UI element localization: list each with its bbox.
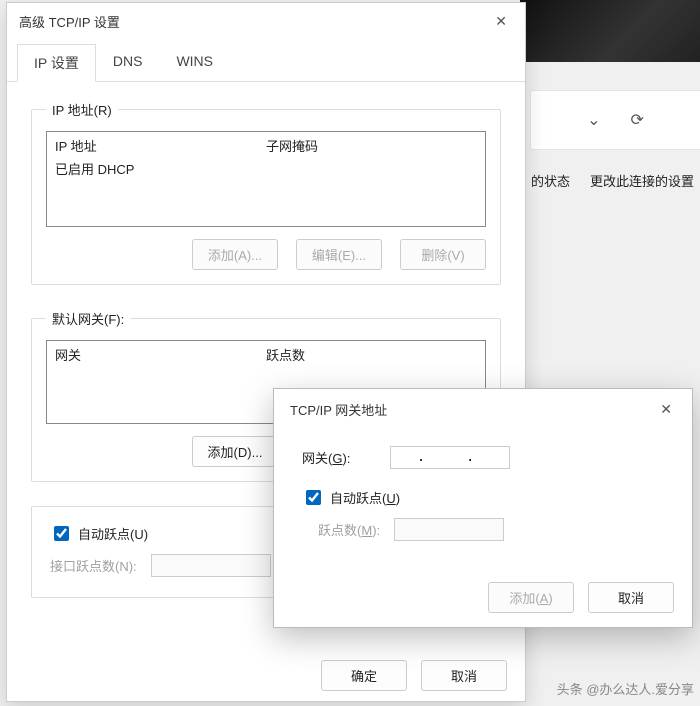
status-link[interactable]: 的状态 xyxy=(531,171,570,190)
ip-edit-button: 编辑(E)... xyxy=(296,239,382,270)
browser-toolbar-fragment: ⌄ ⟳ xyxy=(530,90,700,150)
sub-dialog-title: TCP/IP 网关地址 xyxy=(290,400,387,419)
auto-metric-label: 自动跃点(U) xyxy=(78,524,148,543)
tab-dns[interactable]: DNS xyxy=(96,44,160,82)
sub-auto-metric-checkbox[interactable] xyxy=(306,490,321,505)
iface-metric-label: 接口跃点数(N): xyxy=(50,556,137,575)
sub-auto-metric-label: 自动跃点(U) xyxy=(330,488,400,507)
gw-add-button[interactable]: 添加(D)... xyxy=(192,436,278,467)
gw-col-gateway: 网关 xyxy=(55,345,266,364)
desktop-dark-bg xyxy=(520,0,700,62)
list-item[interactable]: 已启用 DHCP xyxy=(47,157,485,180)
ip-addresses-list[interactable]: IP 地址 子网掩码 已启用 DHCP xyxy=(46,131,486,227)
tab-strip: IP 设置 DNS WINS xyxy=(7,44,525,82)
watermark: 头条 @办么达人.爱分享 xyxy=(557,679,694,698)
sub-add-button[interactable]: 添加(A) xyxy=(488,582,574,613)
ip-col-mask: 子网掩码 xyxy=(266,136,477,155)
tab-wins[interactable]: WINS xyxy=(159,44,230,82)
ip-addresses-group: IP 地址(R) IP 地址 子网掩码 已启用 DHCP 添加(A)... 编辑… xyxy=(31,100,501,285)
dialog-titlebar: 高级 TCP/IP 设置 ✕ xyxy=(7,3,525,40)
gateway-label: 网关(G): xyxy=(302,448,350,467)
gateway-address-dialog: TCP/IP 网关地址 ✕ 网关(G): 自动跃点(U) 跃点数(M): 添加(… xyxy=(273,388,693,628)
sub-metric-label: 跃点数(M): xyxy=(318,520,380,539)
close-icon[interactable]: ✕ xyxy=(487,11,515,32)
ip-col-address: IP 地址 xyxy=(55,136,266,155)
sub-metric-input xyxy=(394,518,504,541)
tab-ip-settings[interactable]: IP 设置 xyxy=(17,44,96,82)
dialog-title: 高级 TCP/IP 设置 xyxy=(19,12,120,31)
background-links: 的状态 更改此连接的设置 xyxy=(525,165,700,195)
change-settings-link[interactable]: 更改此连接的设置 xyxy=(590,171,694,190)
dialog-footer: 确定 取消 xyxy=(321,660,507,691)
auto-metric-checkbox[interactable] xyxy=(54,526,69,541)
ok-button[interactable]: 确定 xyxy=(321,660,407,691)
ip-addresses-legend: IP 地址(R) xyxy=(46,100,118,119)
ip-add-button[interactable]: 添加(A)... xyxy=(192,239,278,270)
ip-remove-button: 删除(V) xyxy=(400,239,486,270)
cancel-button[interactable]: 取消 xyxy=(421,660,507,691)
chevron-down-icon[interactable]: ⌄ xyxy=(587,110,600,130)
gateways-legend: 默认网关(F): xyxy=(46,309,130,328)
close-icon[interactable]: ✕ xyxy=(652,399,680,420)
sub-cancel-button[interactable]: 取消 xyxy=(588,582,674,613)
gw-col-metric: 跃点数 xyxy=(266,345,477,364)
reload-icon[interactable]: ⟳ xyxy=(631,110,644,130)
iface-metric-input xyxy=(151,554,271,577)
gateway-ip-input[interactable] xyxy=(390,446,510,469)
